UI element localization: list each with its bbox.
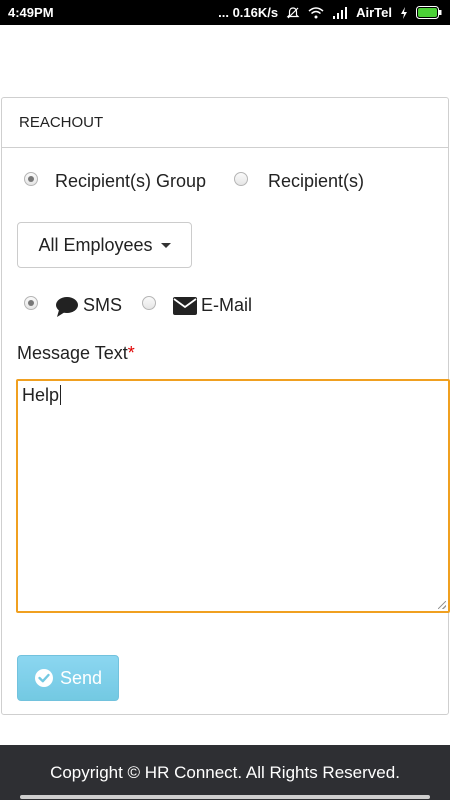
signal-icon <box>332 6 348 19</box>
check-circle-icon <box>34 668 54 688</box>
reachout-panel: REACHOUT Recipient(s) Group Recipient(s)… <box>1 97 450 715</box>
recipients-radio[interactable] <box>234 172 248 186</box>
send-label: Send <box>59 667 103 688</box>
copyright-text: Copyright © HR Connect. All Rights Reser… <box>50 762 400 782</box>
battery-icon <box>416 6 442 19</box>
resize-handle[interactable] <box>438 601 446 609</box>
panel-title: REACHOUT <box>19 114 104 131</box>
sms-label[interactable]: SMS <box>83 295 122 316</box>
mute-icon <box>286 6 300 20</box>
recipients-label[interactable]: Recipient(s) <box>268 171 364 192</box>
message-text-label: Message Text* <box>17 343 135 364</box>
charging-icon <box>400 6 408 19</box>
wifi-icon <box>308 6 324 19</box>
message-value: Help <box>22 385 60 405</box>
caret-down-icon <box>160 242 171 248</box>
message-label-text: Message Text <box>17 343 128 363</box>
network-speed: ... 0.16K/s <box>218 5 279 20</box>
employee-group-dropdown[interactable]: All Employees <box>17 222 192 268</box>
panel-heading: REACHOUT <box>2 98 448 148</box>
text-cursor <box>60 385 62 405</box>
recipient-group-radio[interactable] <box>24 172 38 186</box>
comment-icon <box>55 296 79 318</box>
gesture-bar[interactable] <box>20 795 430 799</box>
status-bar: 4:49PM ... 0.16K/s AirTel <box>0 0 450 25</box>
footer: Copyright © HR Connect. All Rights Reser… <box>0 745 450 800</box>
carrier-name: AirTel <box>356 5 392 20</box>
envelope-icon <box>173 297 197 315</box>
required-mark: * <box>127 343 135 363</box>
send-button[interactable]: Send <box>17 655 119 701</box>
email-radio[interactable] <box>142 296 156 310</box>
status-time: 4:49PM <box>8 5 54 20</box>
sms-radio[interactable] <box>24 296 38 310</box>
recipient-group-label[interactable]: Recipient(s) Group <box>55 171 206 192</box>
email-label[interactable]: E-Mail <box>201 295 252 316</box>
dropdown-selected: All Employees <box>38 234 153 255</box>
message-textarea[interactable]: Help <box>16 379 450 613</box>
